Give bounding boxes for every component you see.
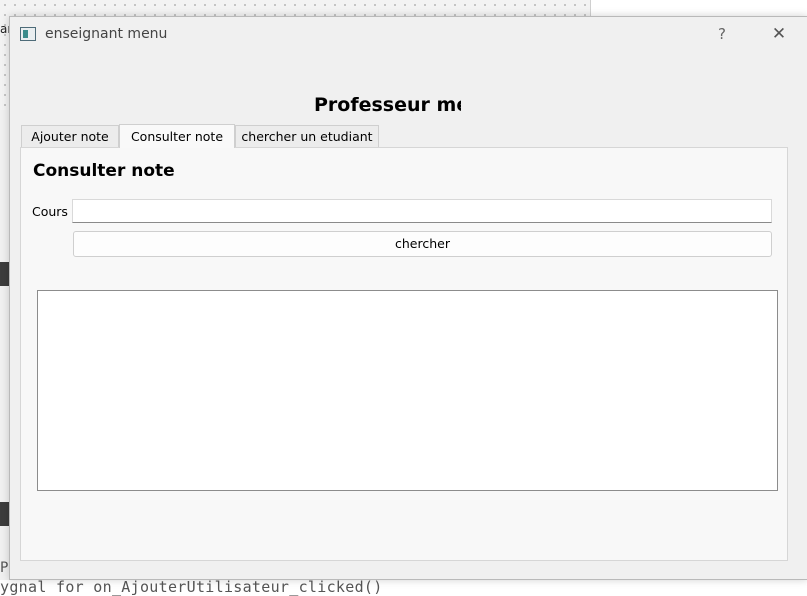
cours-label: Cours xyxy=(32,204,68,219)
section-title: Consulter note xyxy=(33,161,175,181)
results-text-area[interactable] xyxy=(37,290,778,491)
cours-input[interactable] xyxy=(72,199,772,223)
title-bar[interactable]: enseignant menu ? ✕ xyxy=(10,17,807,53)
help-button[interactable]: ? xyxy=(710,22,734,46)
window-title: enseignant menu xyxy=(45,26,168,42)
app-icon xyxy=(20,27,36,41)
chercher-button[interactable]: chercher xyxy=(73,231,772,257)
background-code-line: ygnal for on_AjouterUtilisateur_clicked(… xyxy=(0,578,383,596)
tab-consulter-note[interactable]: Consulter note xyxy=(119,124,235,148)
tab-chercher-etudiant[interactable]: chercher un etudiant xyxy=(235,125,379,147)
close-button[interactable]: ✕ xyxy=(767,22,791,46)
enseignant-menu-dialog: enseignant menu ? ✕ Professeur menu Ajou… xyxy=(9,16,807,580)
page-title: Professeur menu xyxy=(314,94,461,116)
tab-ajouter-note[interactable]: Ajouter note xyxy=(21,125,119,147)
background-code-prefix: P xyxy=(0,560,9,576)
tab-panel-consulter-note: Consulter note Cours chercher xyxy=(20,147,788,561)
